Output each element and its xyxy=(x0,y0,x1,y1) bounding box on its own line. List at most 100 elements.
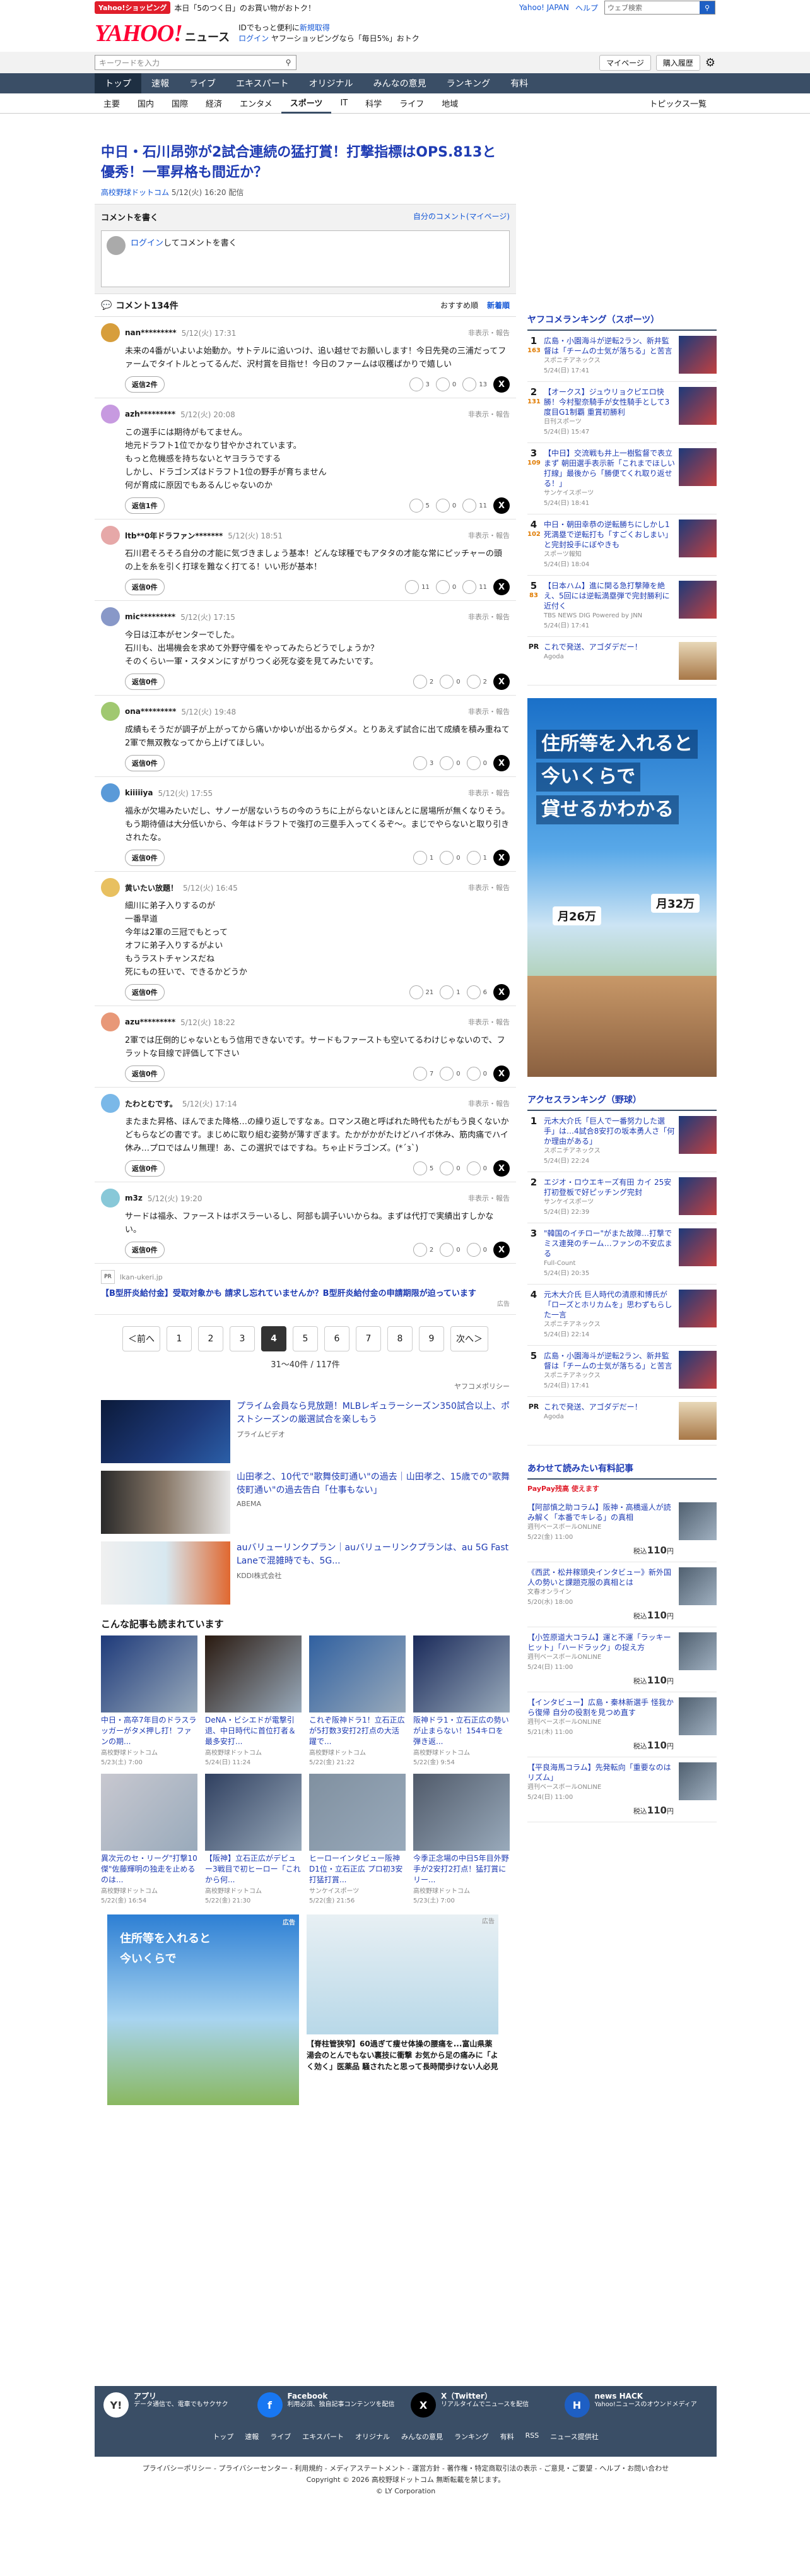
my-comments-link[interactable]: 自分のコメント(マイページ) xyxy=(413,211,510,223)
comment-user[interactable]: m3z xyxy=(125,1194,143,1202)
report-link[interactable]: 非表示・報告 xyxy=(468,1017,510,1027)
ranking-item[interactable]: 1 163 広島・小園海斗が逆転2ラン、新井監督は「チームの士気が落ちる」と苦言 スポ… xyxy=(527,331,717,382)
reply-button[interactable]: 返信0件 xyxy=(125,674,165,690)
card-title[interactable]: これぞ阪神ドラ1！立石正広が5打数3安打2打点の大活躍で... xyxy=(309,1715,406,1747)
prev-page-button[interactable]: ＜前へ xyxy=(122,1326,160,1351)
reply-button[interactable]: 返信0件 xyxy=(125,755,165,771)
cat-entertainment[interactable]: エンタメ xyxy=(231,93,281,114)
reply-button[interactable]: 返信2件 xyxy=(125,376,165,393)
cat-world[interactable]: 国際 xyxy=(163,93,197,114)
hmm-button[interactable]: 11 xyxy=(462,499,487,513)
bottom-ad-left[interactable]: 住所等を入れると 今いくらで 広告 xyxy=(107,1914,299,2105)
bottom-ad-right[interactable]: 【脊柱管狭窄】60過ぎて痩せ体操の腰痛を...富山県薬湯会のとんでもない裏技に衝… xyxy=(307,1914,498,2105)
card-title[interactable]: DeNA・ビシエドが電撃引退、中日時代に首位打者＆最多安打... xyxy=(205,1715,302,1747)
card-title[interactable]: 【阪神】立石正広がデビュー3戦目で初ヒーロー「これから何... xyxy=(205,1853,302,1885)
card-title[interactable]: 阪神ドラ1・立石正広の勢いが止まらない！154キロを弾き返... xyxy=(413,1715,510,1747)
empathy-button[interactable]: 11 xyxy=(405,580,430,594)
x-share-icon[interactable]: X xyxy=(493,984,510,1000)
ranking-item[interactable]: 5 83 【日本ハム】進に関る急打撃陣を絶え、5回には逆転満塁弾で完封勝利に近付く T… xyxy=(527,576,717,637)
footer-nav-link[interactable]: 有料 xyxy=(500,2431,514,2442)
article-source[interactable]: 高校野球ドットコム xyxy=(101,188,169,197)
also-read-card[interactable]: 【阪神】立石正広がデビュー3戦目で初ヒーロー「これから何... 高校野球ドットコム… xyxy=(205,1774,302,1904)
cat-life[interactable]: ライフ xyxy=(390,93,433,114)
card-title[interactable]: 異次元のセ・リーグ"打撃10傑"佐藤輝明の独走を止めるのは... xyxy=(101,1853,197,1885)
also-read-card[interactable]: これぞ阪神ドラ1！立石正広が5打数3安打2打点の大活躍で... 高校野球ドットコム… xyxy=(309,1635,406,1766)
nav-paid[interactable]: 有料 xyxy=(500,73,538,93)
ranking-item[interactable]: 5 広島・小園海斗が逆転2ラン、新井監督は「チームの士気が落ちる」と苦言 スポニチア… xyxy=(527,1346,717,1397)
hmm-button[interactable]: 0 xyxy=(466,756,487,770)
avatar[interactable] xyxy=(101,783,120,802)
x-share-icon[interactable]: X xyxy=(493,1242,510,1258)
avatar[interactable] xyxy=(101,702,120,721)
also-read-card[interactable]: 阪神ドラ1・立石正広の勢いが止まらない！154キロを弾き返... 高校野球ドットコ… xyxy=(413,1635,510,1766)
page-button[interactable]: 1 xyxy=(167,1326,192,1351)
comment-user[interactable]: ona********* xyxy=(125,707,176,716)
report-link[interactable]: 非表示・報告 xyxy=(468,409,510,419)
empathy-button[interactable]: 2 xyxy=(413,1243,433,1257)
report-link[interactable]: 非表示・報告 xyxy=(468,706,510,716)
reply-button[interactable]: 返信0件 xyxy=(125,984,165,1000)
avatar[interactable] xyxy=(101,878,120,897)
footer-nav-link[interactable]: トップ xyxy=(213,2431,233,2442)
page-button[interactable]: 6 xyxy=(324,1326,349,1351)
login-link[interactable]: ログイン xyxy=(238,34,269,43)
also-read-card[interactable]: 今季正念場の中日5年目外野手が2安打2打点！猛打賞にリー... 高校野球ドットコム… xyxy=(413,1774,510,1904)
reply-button[interactable]: 返信0件 xyxy=(125,1160,165,1177)
ranking-item[interactable]: 3 "韓国のイチロー"がまた故障…打撃でミス連発のチーム…ファンの不安広まる Ful… xyxy=(527,1223,717,1285)
comment-user[interactable]: mic********* xyxy=(125,612,175,621)
cat-main[interactable]: 主要 xyxy=(95,93,129,114)
nav-ranking[interactable]: ランキング xyxy=(437,73,501,93)
x-share-icon[interactable]: X xyxy=(493,850,510,866)
related-item[interactable]: auバリューリンクプラン｜auバリューリンクプランは、au 5G Fast La… xyxy=(95,1538,516,1608)
insight-button[interactable]: 0 xyxy=(435,377,456,391)
ranking-title[interactable]: 広島・小園海斗が逆転2ラン、新井監督は「チームの士気が落ちる」と苦言 xyxy=(544,336,672,355)
footer-nav-link[interactable]: ランキング xyxy=(454,2431,489,2442)
footer-facebook-link[interactable]: f Facebook 利用必須、独自記事コンテンツを配信 xyxy=(257,2392,401,2418)
pr-item[interactable]: PR これで発送、アゴダデだー！ Agoda xyxy=(527,637,717,686)
page-button[interactable]: 2 xyxy=(198,1326,223,1351)
insight-button[interactable]: 0 xyxy=(440,1161,461,1175)
also-read-card[interactable]: DeNA・ビシエドが電撃引退、中日時代に首位打者＆最多安打... 高校野球ドットコ… xyxy=(205,1635,302,1766)
report-link[interactable]: 非表示・報告 xyxy=(468,1098,510,1108)
ranking-title[interactable]: 【中日】交流戦も井上一樹監督で表立まず 朝田選手表示新「これまでほしい打線」最後… xyxy=(544,449,675,488)
ranking-item[interactable]: 3 109 【中日】交流戦も井上一樹監督で表立まず 朝田選手表示新「これまでほしい打… xyxy=(527,443,717,514)
nav-expert[interactable]: エキスパート xyxy=(226,73,299,93)
purchase-history-button[interactable]: 購入履歴 xyxy=(655,54,700,71)
report-link[interactable]: 非表示・報告 xyxy=(468,530,510,540)
nav-opinion[interactable]: みんなの意見 xyxy=(363,73,437,93)
empathy-button[interactable]: 5 xyxy=(409,499,430,513)
x-share-icon[interactable]: X xyxy=(493,1065,510,1082)
footer-x-link[interactable]: X X（Twitter） リアルタイムでニュースを配信 xyxy=(411,2392,555,2418)
promo-text[interactable]: 本日「5のつく日」のお買い物がおトク！ xyxy=(174,3,315,13)
insight-button[interactable]: 0 xyxy=(440,1067,461,1081)
report-link[interactable]: 非表示・報告 xyxy=(468,328,510,338)
paid-article-item[interactable]: 《西武・松井稼頭央インタビュー》新外国人の勢いと課題克服の真相とは 文春オンライン… xyxy=(527,1562,717,1627)
register-link[interactable]: 新規取得 xyxy=(300,23,330,32)
report-link[interactable]: 非表示・報告 xyxy=(468,612,510,622)
cat-sports[interactable]: スポーツ xyxy=(281,93,332,114)
x-share-icon[interactable]: X xyxy=(493,579,510,595)
shopping-badge[interactable]: Yahoo!ショッピング xyxy=(95,1,171,14)
ad-title[interactable]: 【B型肝炎給付金】受取対象かも 請求し忘れていませんか？B型肝炎給付金の申請期限… xyxy=(101,1286,510,1298)
empathy-button[interactable]: 3 xyxy=(413,756,433,770)
ranking-item[interactable]: 4 102 中日・朝田幸恭の逆転勝ちにしかし1死満塁で逆転打も「すごくおしまい」と完… xyxy=(527,514,717,576)
empathy-button[interactable]: 2 xyxy=(413,675,433,689)
legal-links[interactable]: プライバシーポリシー - プライバシーセンター - 利用規約 - メディアステー… xyxy=(95,2463,717,2474)
page-button[interactable]: 9 xyxy=(419,1326,444,1351)
paid-article-item[interactable]: 【インタビュー】広島・秦林新選手 怪我から復帰 自分の役割を見つめ直す 週刊ベース… xyxy=(527,1692,717,1757)
reply-button[interactable]: 返信0件 xyxy=(125,850,165,866)
insight-button[interactable]: 0 xyxy=(440,851,461,865)
hmm-button[interactable]: 6 xyxy=(466,985,487,999)
yahoo-japan-link[interactable]: Yahoo! JAPAN xyxy=(519,3,569,12)
insight-button[interactable]: 0 xyxy=(440,756,461,770)
ranking-item[interactable]: 4 元木大介氏 巨人時代の清原和博氏が「ローズとホリカムを」思わずもらした一言 スポ… xyxy=(527,1285,717,1346)
ranking-title[interactable]: 広島・小園海斗が逆転2ラン、新井監督は「チームの士気が落ちる」と苦言 xyxy=(544,1351,672,1370)
footer-app-link[interactable]: Y! アプリ データ通信で、電車でもサクサク xyxy=(103,2392,247,2418)
ranking-item[interactable]: 1 元木大介氏「巨人で一番努力した選手」は…4試合8安打の坂本勇人さ「何か理由があ… xyxy=(527,1111,717,1172)
empathy-button[interactable]: 7 xyxy=(413,1067,433,1081)
hmm-button[interactable]: 2 xyxy=(466,675,487,689)
empathy-button[interactable]: 21 xyxy=(409,985,433,999)
ranking-title[interactable]: 中日・朝田幸恭の逆転勝ちにしかし1死満塁で逆転打も「すごくおしまい」と完封投手に… xyxy=(544,520,672,549)
paid-article-title[interactable]: 【阿部慎之助コラム】阪神・高橋遥人が読み解く「本番でキレる」の真相 xyxy=(527,1503,671,1522)
help-link[interactable]: ヘルプ xyxy=(575,3,598,13)
